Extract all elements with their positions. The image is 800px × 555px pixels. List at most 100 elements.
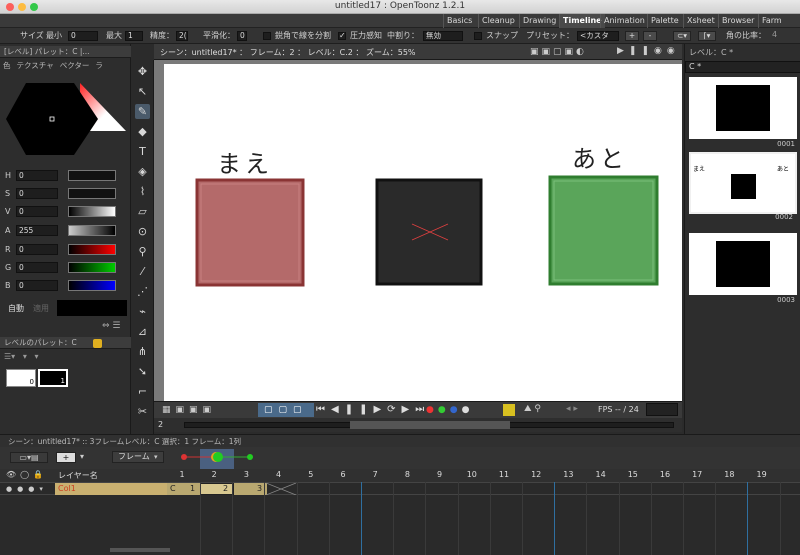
room-tab-farm[interactable]: Farm [758,14,785,28]
red-field[interactable]: 0 [16,244,58,255]
tab-vector[interactable]: ベクター [60,60,90,71]
blue-field[interactable]: 0 [16,280,58,291]
new-level-button[interactable]: + [56,452,76,463]
frame-number[interactable]: 14 [590,470,612,479]
blue-slider[interactable] [68,280,116,291]
brush-tool-icon[interactable]: ✎ [135,104,150,119]
control-point-tool-icon[interactable]: ⋰ [135,284,150,299]
smooth-field[interactable]: 0 [237,31,247,41]
green-slider[interactable] [68,262,116,273]
cell-frame-1[interactable]: 1 [190,484,195,493]
iron-tool-icon[interactable]: ⌐ [135,384,150,399]
style-chip-1[interactable]: 1 [38,369,68,387]
selection-tool-icon[interactable]: ↖ [135,84,150,99]
viewer-playback-icons[interactable]: ▶❚❚◉◉ [617,46,680,56]
accuracy-field[interactable]: 2( [176,31,188,41]
preset-dropdown[interactable]: <カスタ [577,31,619,41]
geometric-tool-icon[interactable]: ◆ [135,124,150,139]
level-strip-frame-1[interactable]: 0001 [689,77,797,148]
style-editor-menu-icon[interactable]: ⇔ ☰ [102,321,120,331]
room-tab-cleanup[interactable]: Cleanup [478,14,518,28]
pump-tool-icon[interactable]: ⊿ [135,324,150,339]
current-frame-field[interactable]: 2 [158,420,163,429]
frame-number[interactable]: 17 [686,470,708,479]
room-tab-drawing[interactable]: Drawing [519,14,559,28]
auto-apply-toggle[interactable]: 自動 [8,303,24,314]
layer-toggle-icons[interactable]: 👁◯🔒 [6,470,47,479]
histogram-icon[interactable]: ⛰ ⚲ [524,404,541,414]
new-level-menu-icon[interactable]: ▾ [80,452,92,463]
rgb-picker-tool-icon[interactable]: ⁄ [135,264,150,279]
frame-number[interactable]: 11 [493,470,515,479]
frame-number[interactable]: 8 [396,470,418,479]
bender-tool-icon[interactable]: ➘ [135,364,150,379]
viewer-toggle-icons[interactable]: ▣▣▢▣◐ [530,47,587,57]
hue-slider[interactable] [68,170,116,181]
alpha-field[interactable]: 255 [16,225,58,236]
selected-cell[interactable] [200,483,234,495]
playback-controls[interactable]: ⏮◀❚❚▶⟳▶⏭ [316,404,430,415]
cell-frame-2[interactable]: 2 [223,484,228,493]
saturation-field[interactable]: 0 [16,188,58,199]
room-tab-browser[interactable]: Browser [718,14,757,28]
frame-number[interactable]: 15 [622,470,644,479]
viewer-canvas[interactable]: まえ あと [164,64,682,401]
magnet-tool-icon[interactable]: ⋔ [135,344,150,359]
palette-lock-icon[interactable] [93,339,102,348]
onion-skin-markers[interactable] [168,449,268,469]
compare-icons[interactable]: ▢▢▢ [264,405,308,415]
break-angles-checkbox[interactable] [263,32,271,40]
level-strip-frame-3[interactable]: 0003 [689,233,797,304]
timeline-layout-toggle[interactable]: ▭▾▤ [10,452,48,463]
add-preset-button[interactable]: + [625,31,639,41]
eraser-tool-icon[interactable]: ▱ [135,204,150,219]
cutter-tool-icon[interactable]: ✂ [135,404,150,419]
sound-icon[interactable] [503,404,515,416]
cell-frame-3[interactable]: 3 [257,484,262,493]
layer-visibility-toggles[interactable]: ●●●▾ [6,485,48,493]
room-tab-timeline[interactable]: Timeline [559,14,605,28]
frame-number[interactable]: 16 [654,470,676,479]
frame-number[interactable]: 7 [364,470,386,479]
frame-number[interactable]: 19 [751,470,773,479]
frame-number[interactable]: 4 [268,470,290,479]
style-picker-tool-icon[interactable]: ⚲ [135,244,150,259]
remove-preset-button[interactable]: - [643,31,657,41]
animate-tool-icon[interactable]: ✥ [135,64,150,79]
min-size-field[interactable]: 0 [68,31,98,41]
frame-number[interactable]: 6 [332,470,354,479]
red-slider[interactable] [68,244,116,255]
frame-number[interactable]: 2 [203,470,225,479]
tape-tool-icon[interactable]: ⊙ [135,224,150,239]
fps-slider-arrows[interactable]: ◂ ▸ [566,404,578,414]
layer-name-cell[interactable]: Col1 [55,483,167,495]
frame-slider-handle[interactable] [350,421,510,429]
viewer-view-icons[interactable]: ▦▣▣▣ [162,405,216,415]
fill-tool-icon[interactable]: ◈ [135,164,150,179]
tab-texture[interactable]: テクスチャ [17,60,54,71]
channel-toggle-icons[interactable]: ●●●● [426,405,473,415]
value-slider[interactable] [68,206,116,217]
type-tool-icon[interactable]: T [135,144,150,159]
value-field[interactable]: 0 [16,206,58,217]
level-strip-frame-2[interactable]: まえ あと 0002 [689,152,797,221]
room-tab-basics[interactable]: Basics [443,14,475,28]
timeline-zoom-slider[interactable] [110,548,170,552]
frame-number[interactable]: 18 [718,470,740,479]
max-size-field[interactable]: 1 [125,31,143,41]
room-tab-xsheet[interactable]: Xsheet [683,14,718,28]
frame-number[interactable]: 10 [461,470,483,479]
tab-raster[interactable]: ラ [95,60,103,71]
frame-number[interactable]: 1 [171,470,193,479]
frame-number[interactable]: 3 [235,470,257,479]
saturation-slider[interactable] [68,188,116,199]
hue-field[interactable]: 0 [16,170,58,181]
pressure-checkbox[interactable]: ✓ [338,32,346,40]
frame-number[interactable]: 12 [525,470,547,479]
frame-number[interactable]: 5 [300,470,322,479]
cap-style-dropdown[interactable]: ⊂▾ [673,31,691,41]
cap-ratio-value[interactable]: 4 [772,30,777,39]
pinch-tool-icon[interactable]: ⌁ [135,304,150,319]
green-field[interactable]: 0 [16,262,58,273]
apply-button[interactable]: 適用 [33,303,49,314]
